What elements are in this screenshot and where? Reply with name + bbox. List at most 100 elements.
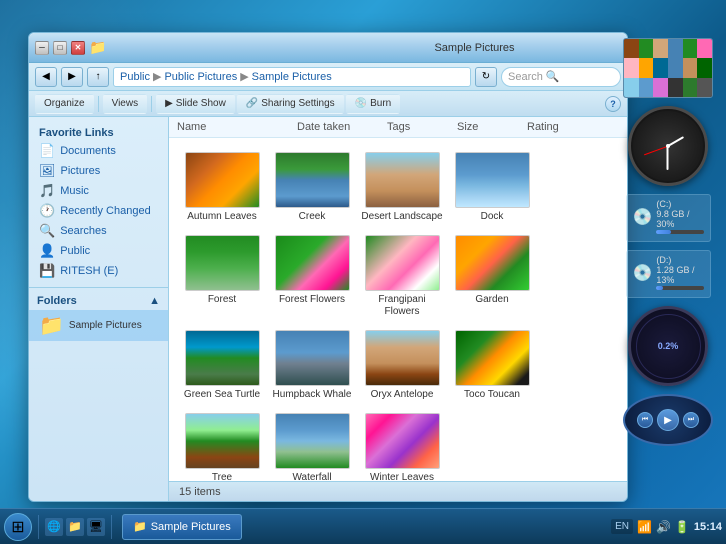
mini-thumb-7 [624, 58, 639, 77]
thumb-toco-toucan[interactable]: Toco Toucan [447, 324, 537, 407]
battery-icon[interactable]: 🔋 [675, 520, 690, 534]
drive-c-sub: 9.8 GB / 30% [656, 209, 703, 229]
thumb-humpback-whale[interactable]: Humpback Whale [267, 324, 357, 407]
search-box[interactable]: Search 🔍 [501, 67, 621, 87]
thumb-autumn-leaves[interactable]: Autumn Leaves [177, 146, 267, 229]
maximize-button[interactable]: □ [53, 41, 67, 55]
taskbar-sep-2 [111, 515, 112, 539]
views-button[interactable]: Views [103, 94, 148, 114]
thumb-garden[interactable]: Garden [447, 229, 537, 324]
close-button[interactable]: ✕ [71, 41, 85, 55]
forward-button[interactable]: ▶ [61, 67, 83, 87]
folder-sample-pictures[interactable]: 📁 Sample Pictures [29, 310, 168, 341]
up-button[interactable]: ↑ [87, 67, 109, 87]
title-bar: ─ □ ✕ 📁 Sample Pictures [29, 33, 627, 63]
file-panel: Name Date taken Tags Size Rating Autumn … [169, 117, 627, 501]
ql-ie-icon[interactable]: 🌐 [45, 518, 63, 536]
sidebar-item-music[interactable]: 🎵 Music [29, 181, 168, 201]
taskbar-item-explorer[interactable]: 📁 Sample Pictures [122, 514, 242, 540]
recent-icon: 🕐 [39, 203, 55, 219]
mini-thumb-15 [653, 78, 668, 97]
slideshow-button[interactable]: ▶ Slide Show [156, 94, 235, 114]
thumb-forest[interactable]: Forest [177, 229, 267, 324]
ql-folder-icon[interactable]: 📁 [66, 518, 84, 536]
thumb-creek[interactable]: Creek [267, 146, 357, 229]
drive-d-label: (D:) [656, 255, 703, 265]
burn-button[interactable]: 💿 Burn [346, 94, 401, 114]
thumb-label-winter-leaves: Winter Leaves [370, 472, 434, 481]
second-hand [643, 146, 668, 156]
thumb-img-tree [185, 413, 260, 469]
drive-icon: 💾 [39, 263, 55, 279]
address-path[interactable]: Public ▶ Public Pictures ▶ Sample Pictur… [113, 67, 471, 87]
sidebar-item-drive[interactable]: 💾 RITESH (E) [29, 261, 168, 281]
thumb-img-forest-flowers [275, 235, 350, 291]
drive-d-row: 💿 (D:) 1.28 GB / 13% [633, 255, 704, 290]
media-prev-button[interactable]: ⏮ [637, 412, 653, 428]
music-icon: 🎵 [39, 183, 55, 199]
path-public[interactable]: Public [120, 71, 150, 83]
path-public-pictures[interactable]: Public Pictures [164, 71, 237, 83]
network-icon[interactable]: 📶 [637, 520, 652, 534]
sharing-button[interactable]: 🔗 Sharing Settings [237, 94, 344, 114]
thumb-tree[interactable]: Tree [177, 407, 267, 481]
window-title: Sample Pictures [328, 42, 621, 54]
thumb-label-garden: Garden [475, 294, 508, 306]
taskbar-right: EN 📶 🔊 🔋 15:14 [611, 519, 722, 534]
thumb-winter-leaves[interactable]: Winter Leaves [357, 407, 447, 481]
col-header-tags[interactable]: Tags [387, 121, 457, 133]
search-placeholder: Search [508, 71, 543, 83]
refresh-button[interactable]: ↻ [475, 67, 497, 87]
sidebar-item-searches[interactable]: 🔍 Searches [29, 221, 168, 241]
back-button[interactable]: ◀ [35, 67, 57, 87]
thumb-dock[interactable]: Dock [447, 146, 537, 229]
drive-c-icon: 💿 [633, 207, 653, 227]
sidebar-item-pictures[interactable]: 🖼 Pictures [29, 161, 168, 181]
drive-d-info: (D:) 1.28 GB / 13% [656, 255, 703, 290]
sidebar-favorites: Favorite Links 📄 Documents 🖼 Pictures 🎵 … [29, 117, 168, 287]
path-sample-pictures[interactable]: Sample Pictures [252, 71, 332, 83]
thumb-oryx-antelope[interactable]: Oryx Antelope [357, 324, 447, 407]
searches-icon: 🔍 [39, 223, 55, 239]
col-header-size[interactable]: Size [457, 121, 527, 133]
speed-inner: 0.2% [636, 314, 701, 379]
media-play-button[interactable]: ▶ [657, 409, 679, 431]
drive-d-bar-fill [656, 286, 662, 290]
thumb-img-oryx-antelope [365, 330, 440, 386]
sidebar: Favorite Links 📄 Documents 🖼 Pictures 🎵 … [29, 117, 169, 501]
thumb-label-toco-toucan: Toco Toucan [464, 389, 520, 401]
mini-thumb-4 [668, 39, 683, 58]
sidebar-item-recently-changed[interactable]: 🕐 Recently Changed [29, 201, 168, 221]
mini-thumb-11 [683, 58, 698, 77]
thumb-img-creek [275, 152, 350, 208]
drive-c-widget: 💿 (C:) 9.8 GB / 30% [626, 194, 711, 242]
drive-d-sub: 1.28 GB / 13% [656, 265, 703, 285]
toolbar-separator-1 [98, 96, 99, 112]
thumb-frangipani-flowers[interactable]: Frangipani Flowers [357, 229, 447, 324]
start-button[interactable]: ⊞ [4, 513, 32, 541]
organize-button[interactable]: Organize [35, 94, 94, 114]
thumb-waterfall[interactable]: Waterfall [267, 407, 357, 481]
sidebar-item-documents[interactable]: 📄 Documents [29, 141, 168, 161]
minimize-button[interactable]: ─ [35, 41, 49, 55]
speaker-icon[interactable]: 🔊 [656, 520, 671, 534]
mini-thumb-3 [653, 39, 668, 58]
drive-c-bar-fill [656, 230, 670, 234]
thumb-desert-landscape[interactable]: Desert Landscape [357, 146, 447, 229]
thumb-green-sea-turtle[interactable]: Green Sea Turtle [177, 324, 267, 407]
thumb-img-winter-leaves [365, 413, 440, 469]
thumb-forest-flowers[interactable]: Forest Flowers [267, 229, 357, 324]
pictures-icon: 🖼 [39, 163, 56, 179]
ql-show-desktop-icon[interactable]: 🖥 [87, 518, 105, 536]
mini-thumb-2 [639, 39, 654, 58]
folders-header[interactable]: Folders ▲ [29, 292, 168, 310]
col-header-name[interactable]: Name [177, 121, 297, 133]
drive-d-bar-bg [656, 286, 703, 290]
status-bar: 15 items [169, 481, 627, 501]
mini-thumb-6 [697, 39, 712, 58]
col-header-date[interactable]: Date taken [297, 121, 387, 133]
thumb-label-waterfall: Waterfall [292, 472, 331, 481]
media-next-button[interactable]: ⏭ [683, 412, 699, 428]
sidebar-item-public[interactable]: 👤 Public [29, 241, 168, 261]
col-header-rating[interactable]: Rating [527, 121, 607, 133]
